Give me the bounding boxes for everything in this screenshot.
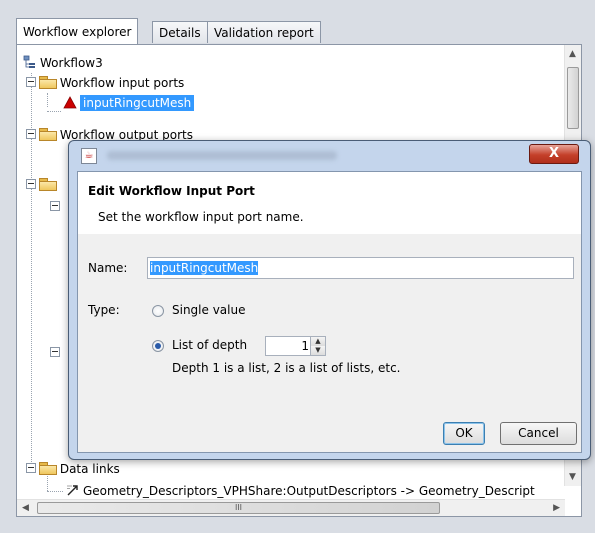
dialog-body: Edit Workflow Input Port Set the workflo…: [77, 171, 582, 453]
depth-hint: Depth 1 is a list, 2 is a list of lists,…: [172, 361, 401, 375]
tree-item-data-links[interactable]: Data links: [26, 459, 120, 479]
dialog-header: Edit Workflow Input Port Set the workflo…: [78, 172, 581, 235]
tree-guide-line: [47, 93, 48, 107]
tree-guide-line: [47, 111, 61, 112]
vertical-scroll-thumb[interactable]: [567, 67, 579, 129]
collapse-icon[interactable]: [50, 201, 60, 211]
depth-spinner[interactable]: 1 ▲ ▼: [265, 336, 326, 356]
tree-item-root-label: Workflow3: [40, 56, 103, 70]
workflow-icon: [23, 55, 35, 68]
close-button[interactable]: X: [529, 144, 579, 164]
collapse-icon[interactable]: [26, 77, 36, 87]
tree-item-data-links-label: Data links: [59, 462, 120, 476]
tree-item-processors[interactable]: [26, 175, 57, 195]
dialog-header-title: Edit Workflow Input Port: [88, 184, 255, 198]
list-of-depth-label[interactable]: List of depth: [172, 338, 247, 352]
name-label: Name:: [88, 261, 128, 275]
horizontal-scrollbar[interactable]: ◀ III ▶: [17, 499, 565, 516]
tree-guide-line: [47, 491, 63, 492]
tree-item-input-ports-label: Workflow input ports: [59, 76, 185, 90]
scroll-right-icon[interactable]: ▶: [553, 503, 560, 513]
tree-item-input-ports[interactable]: Workflow input ports: [26, 73, 184, 93]
tab-workflow-explorer[interactable]: Workflow explorer: [16, 18, 139, 44]
tree-item-nested[interactable]: [50, 197, 63, 217]
dialog-titlebar[interactable]: ☕ X: [69, 141, 590, 169]
tree-item-nested[interactable]: [50, 343, 63, 363]
tab-details[interactable]: Details: [152, 21, 208, 43]
dialog-content: Name: inputRingcutMesh Type: Single valu…: [78, 234, 581, 452]
tree-item-root[interactable]: Workflow3: [23, 53, 103, 73]
single-value-label[interactable]: Single value: [172, 303, 245, 317]
scroll-down-icon[interactable]: ▼: [569, 472, 576, 482]
tree-item-input-port[interactable]: inputRingcutMesh: [63, 93, 195, 113]
dialog-header-subtitle: Set the workflow input port name.: [98, 210, 304, 224]
ok-button[interactable]: OK: [443, 422, 485, 445]
tree-item-data-link-label: Geometry_Descriptors_VPHShare:OutputDesc…: [83, 484, 535, 498]
name-input-value: inputRingcutMesh: [150, 261, 259, 275]
type-label: Type:: [88, 303, 120, 317]
cancel-button[interactable]: Cancel: [500, 422, 577, 445]
edit-input-port-dialog: ☕ X Edit Workflow Input Port Set the wor…: [68, 140, 591, 460]
name-input[interactable]: inputRingcutMesh: [147, 257, 574, 279]
scroll-left-icon[interactable]: ◀: [22, 503, 29, 513]
tab-bar: Workflow explorer Details Validation rep…: [16, 18, 582, 44]
folder-icon: [39, 128, 57, 141]
list-of-depth-radio[interactable]: [152, 340, 164, 352]
single-value-radio[interactable]: [152, 305, 164, 317]
depth-value: 1: [301, 339, 309, 353]
folder-icon: [39, 76, 57, 89]
collapse-icon[interactable]: [50, 347, 60, 357]
spin-down-icon[interactable]: ▼: [310, 346, 325, 355]
data-link-icon: [67, 485, 78, 496]
tab-validation-report[interactable]: Validation report: [207, 21, 321, 43]
tree-item-input-port-label: inputRingcutMesh: [80, 95, 195, 111]
warning-triangle-icon: [63, 96, 77, 109]
scroll-up-icon[interactable]: ▲: [569, 49, 576, 59]
horizontal-scroll-thumb[interactable]: III: [37, 502, 440, 514]
folder-icon: [39, 178, 57, 191]
collapse-icon[interactable]: [26, 463, 36, 473]
collapse-icon[interactable]: [26, 179, 36, 189]
dialog-title-blurred: [107, 151, 337, 160]
scroll-grip: III: [234, 503, 243, 512]
java-icon: ☕: [81, 148, 97, 164]
collapse-icon[interactable]: [26, 129, 36, 139]
folder-icon: [39, 462, 57, 475]
tree-item-data-link[interactable]: Geometry_Descriptors_VPHShare:OutputDesc…: [65, 481, 535, 501]
